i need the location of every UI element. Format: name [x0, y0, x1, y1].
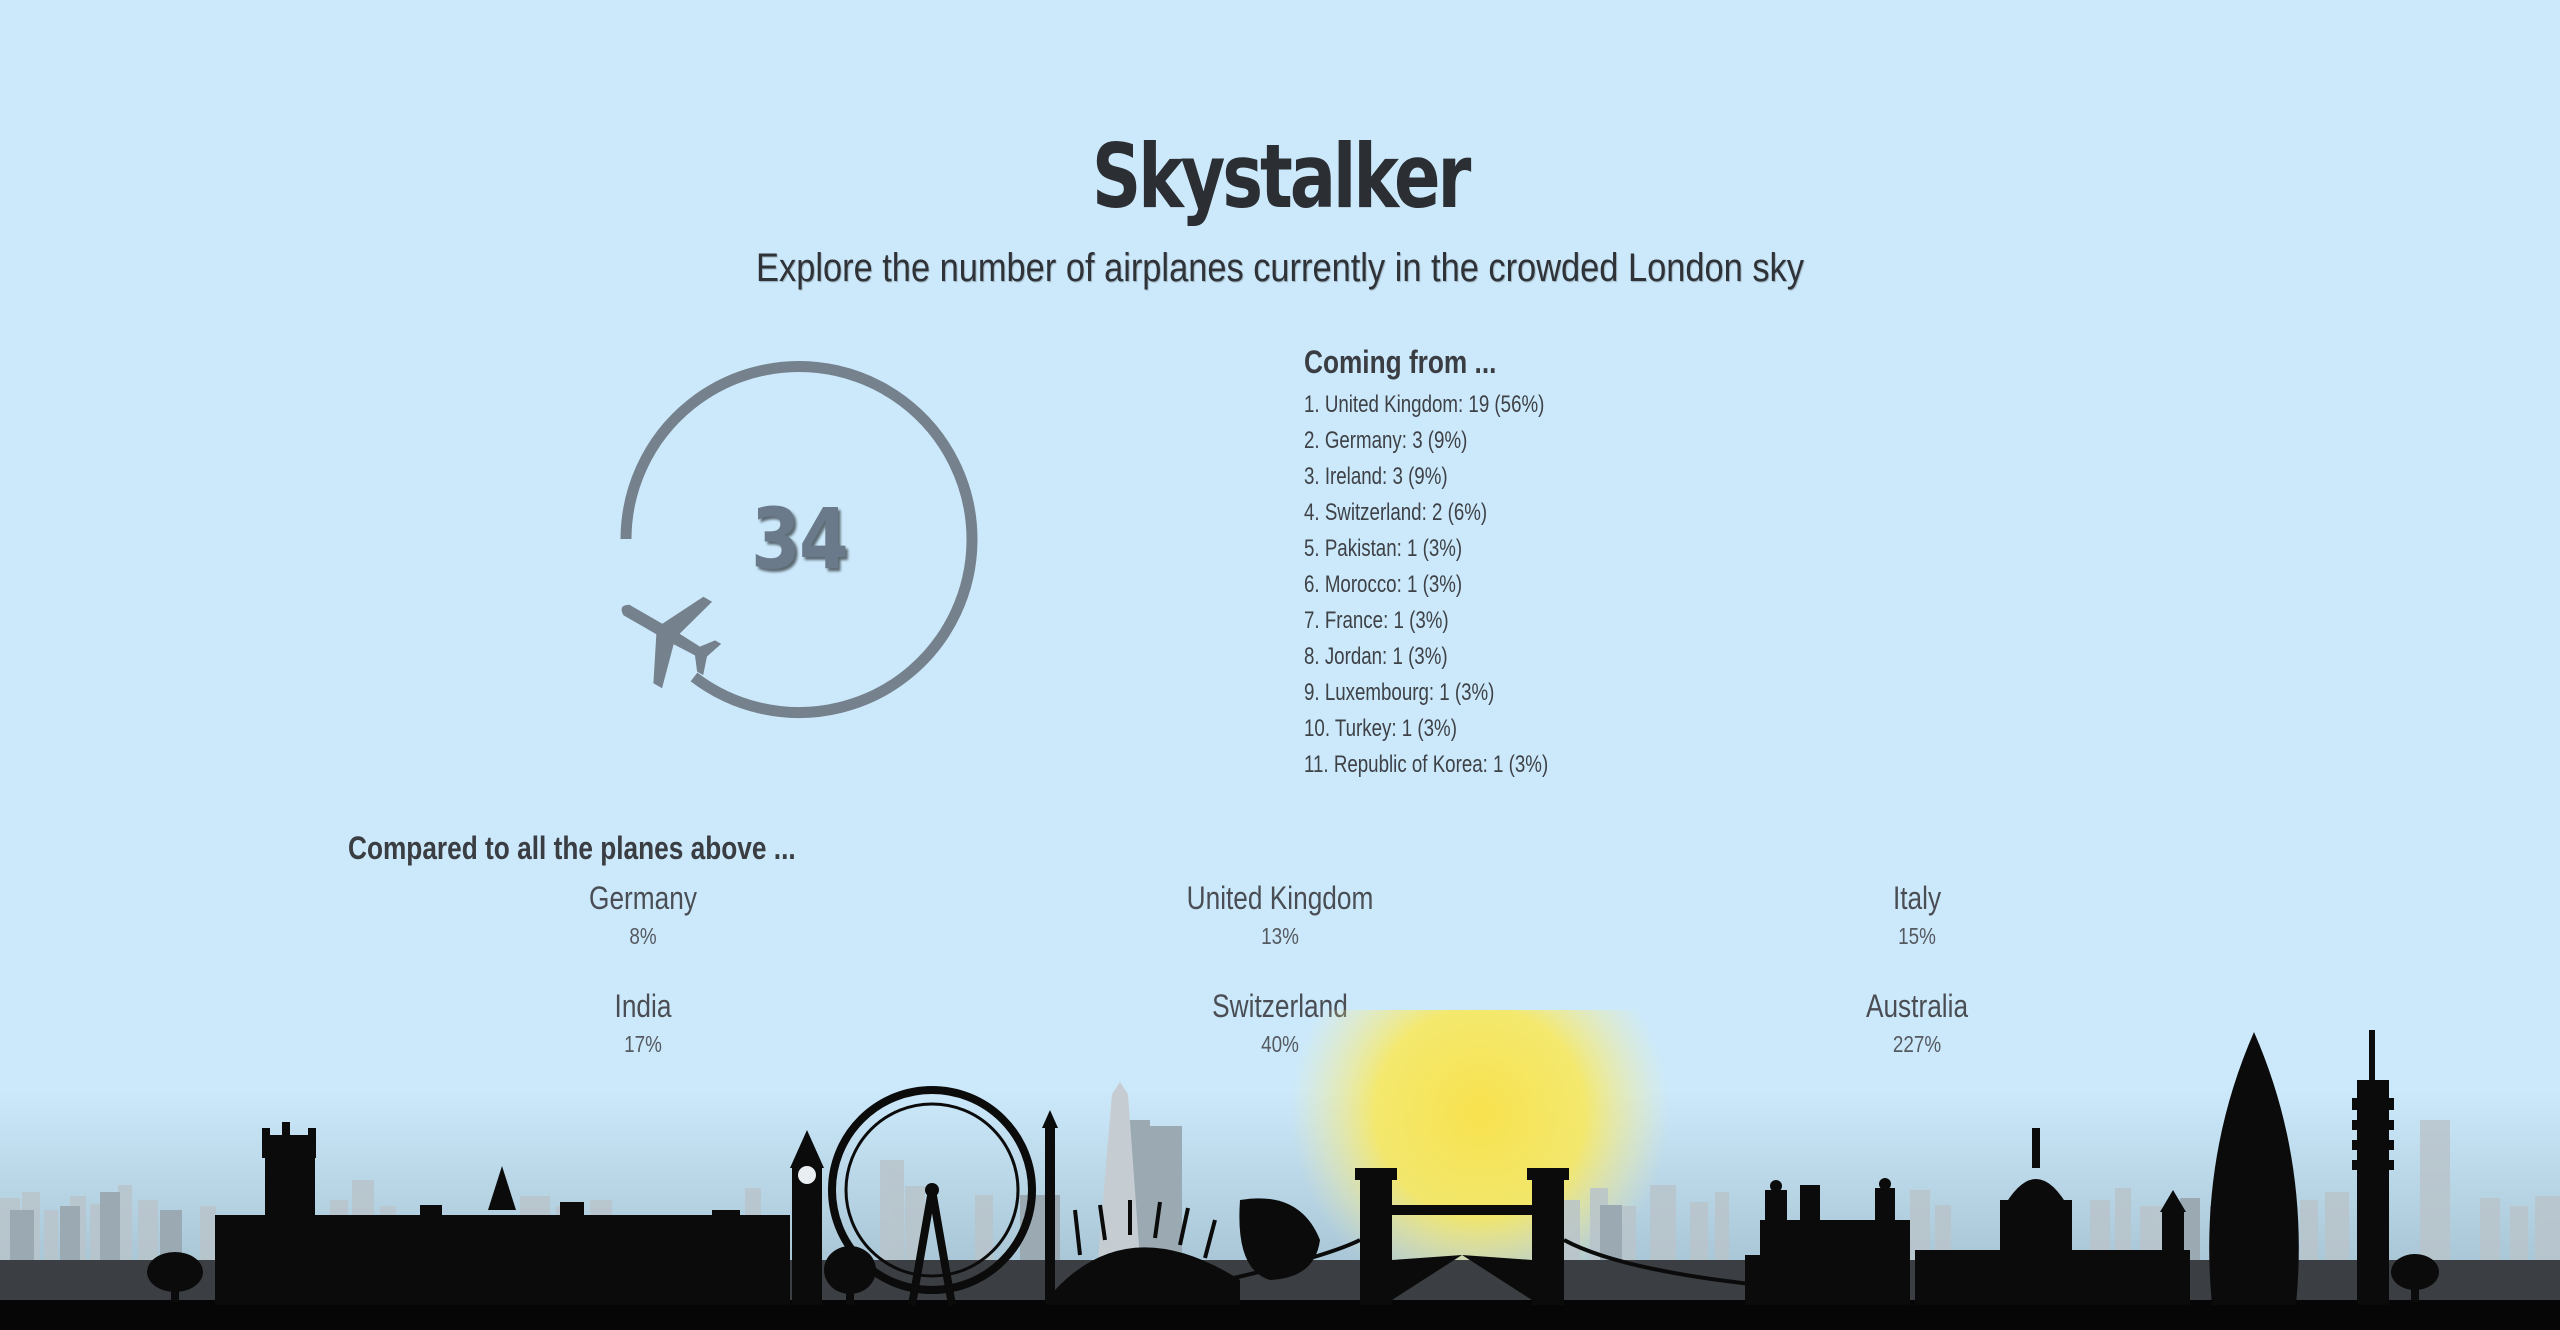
list-item: 5. Pakistan: 1 (3%): [1304, 535, 1463, 562]
comparison-percent: 15%: [1898, 923, 1936, 949]
list-item: 8. Jordan: 1 (3%): [1304, 643, 1448, 670]
plane-counter: 34: [612, 352, 986, 726]
list-item: 10. Turkey: 1 (3%): [1304, 715, 1457, 742]
list-item: 9. Luxembourg: 1 (3%): [1304, 679, 1495, 706]
page-title: Skystalker: [1091, 125, 1471, 228]
comparison-country: Germany: [589, 880, 697, 916]
list-item: 2. Germany: 3 (9%): [1304, 427, 1468, 454]
list-item: 7. France: 1 (3%): [1304, 607, 1449, 634]
list-item: 6. Morocco: 1 (3%): [1304, 571, 1463, 598]
list-item: 1. United Kingdom: 19 (56%): [1304, 391, 1545, 418]
list-item: 11. Republic of Korea: 1 (3%): [1304, 751, 1549, 778]
comparison-item-united-kingdom: United Kingdom 13%: [1030, 880, 1530, 950]
comparison-item-italy: Italy 15%: [1667, 880, 2167, 950]
origins-heading: Coming from ...: [1304, 344, 1497, 380]
page: Skystalker Explore the number of airplan…: [0, 0, 2560, 1330]
origins-panel: Coming from ... 1. United Kingdom: 19 (5…: [1304, 344, 1904, 783]
list-item: 3. Ireland: 3 (9%): [1304, 463, 1448, 490]
page-subtitle: Explore the number of airplanes currentl…: [756, 246, 1804, 290]
comparison-country: Italy: [1892, 880, 1942, 916]
comparison-percent: 8%: [629, 923, 657, 949]
list-item: 4. Switzerland: 2 (6%): [1304, 499, 1488, 526]
origins-list: 1. United Kingdom: 19 (56%) 2. Germany: …: [1304, 387, 1904, 783]
comparison-item-germany: Germany 8%: [393, 880, 893, 950]
london-skyline-illustration: [0, 1010, 2560, 1330]
comparison-heading: Compared to all the planes above ...: [348, 830, 796, 866]
plane-count: 34: [751, 490, 849, 588]
comparison-percent: 13%: [1261, 923, 1299, 949]
comparison-country: United Kingdom: [1186, 880, 1374, 916]
